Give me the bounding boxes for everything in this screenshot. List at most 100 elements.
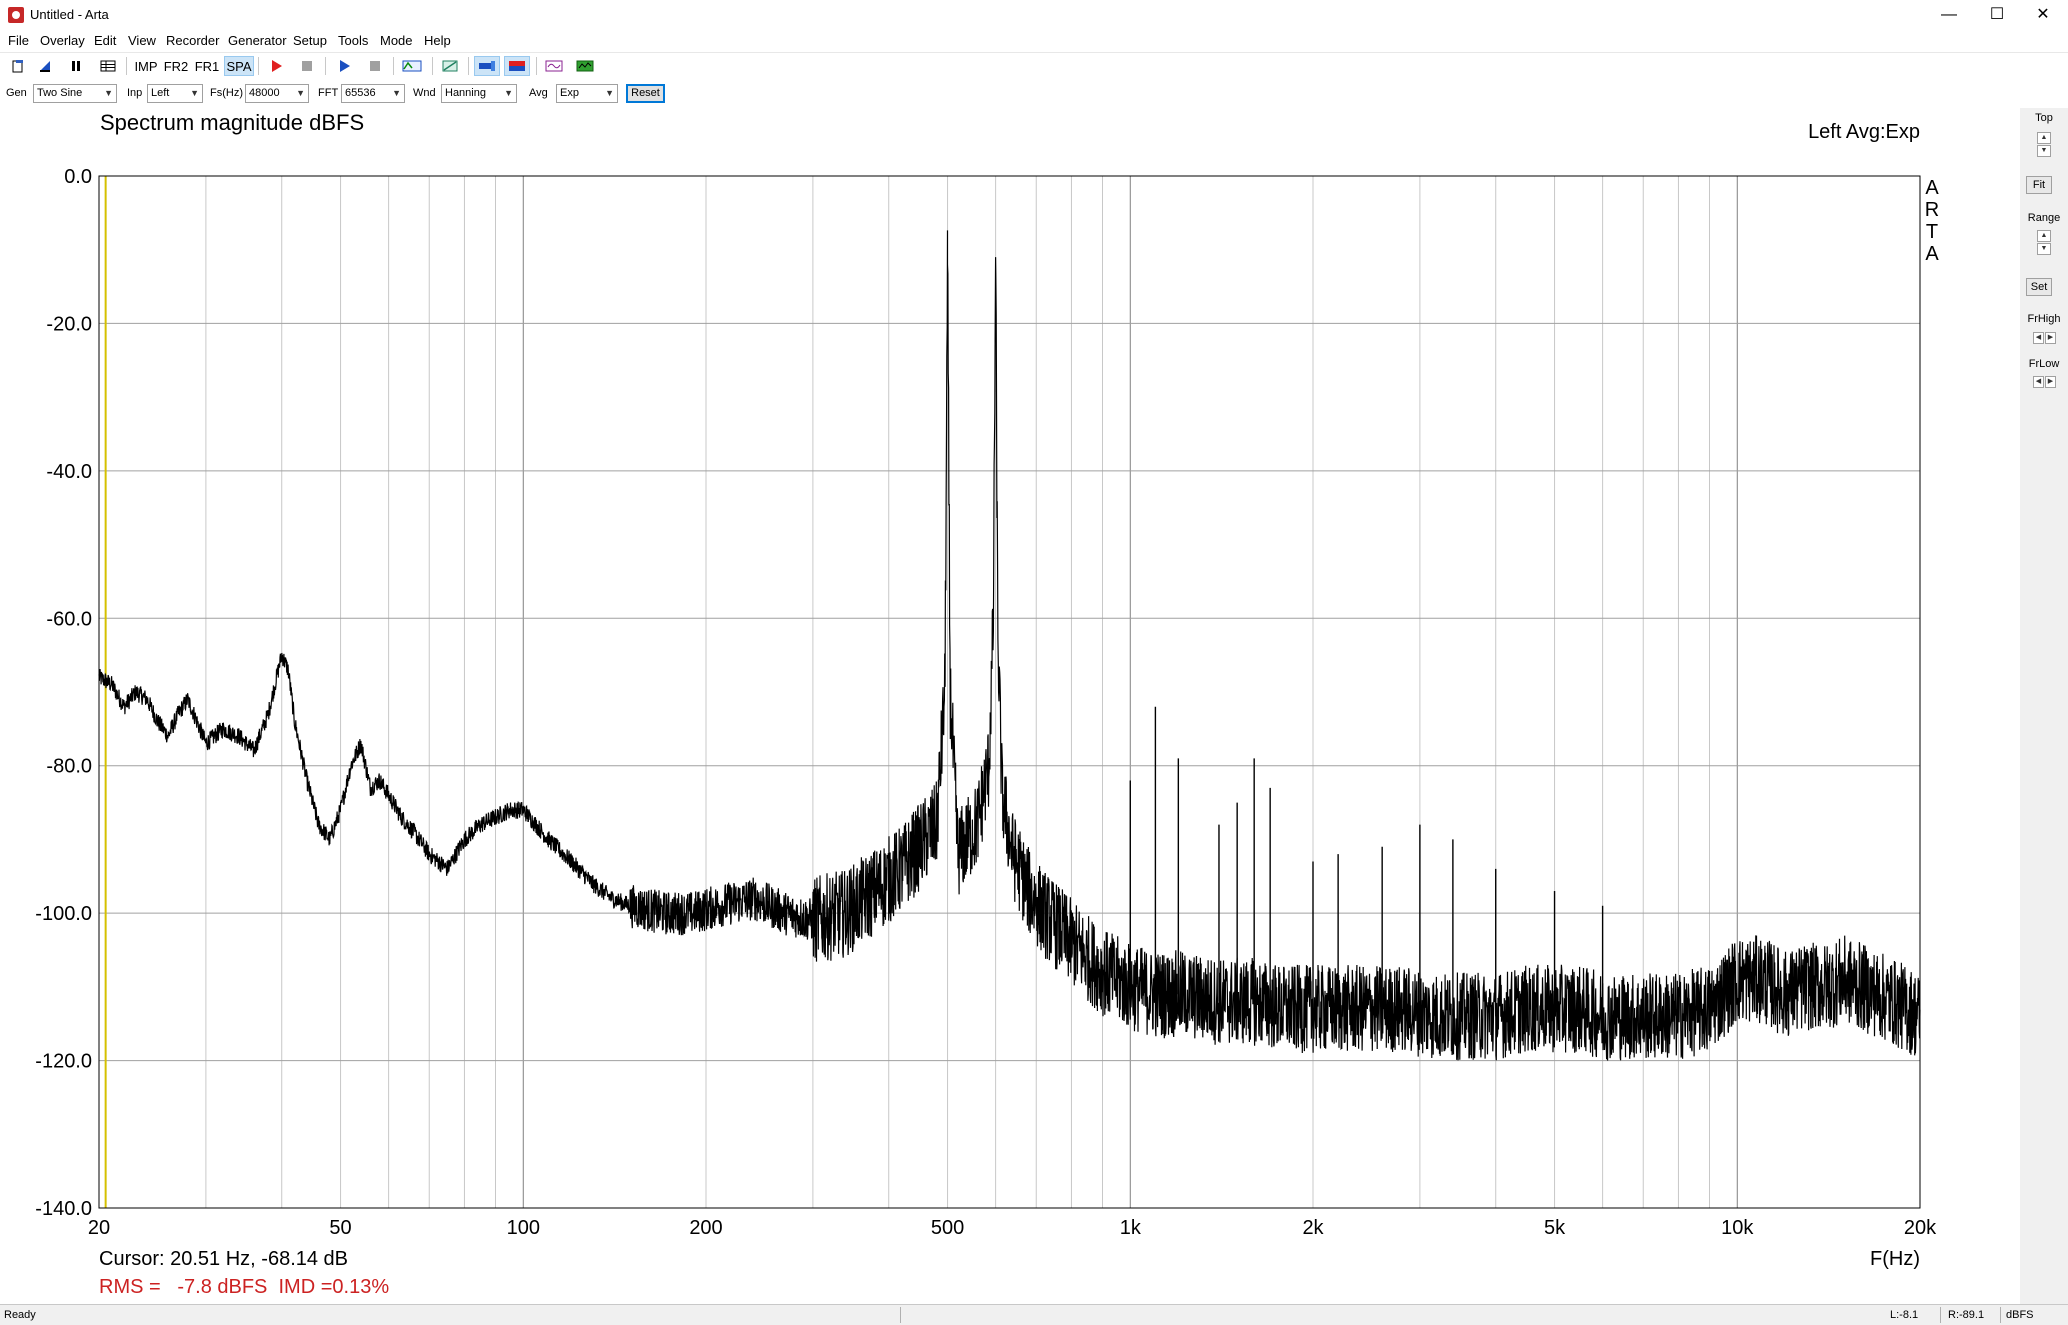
menu-generator[interactable]: Generator (228, 33, 287, 48)
y-tick-label: -20.0 (46, 313, 92, 335)
menu-tools[interactable]: Tools (338, 33, 368, 48)
inp-label: Inp (127, 87, 143, 99)
window-title: Untitled - Arta (30, 7, 109, 22)
sample-rate-select[interactable]: 48000 ▼ (245, 84, 309, 103)
arta-watermark-a1: A (1925, 177, 1939, 199)
record-icon[interactable] (266, 56, 286, 76)
menu-edit[interactable]: Edit (94, 33, 116, 48)
spectrum-plot-area: 20 50 100 200 500 1k 2k 5k 10k 20k 0.0 -20.0 -40.0 -… (0, 108, 2020, 1304)
toolbar-separator (468, 57, 469, 75)
cursor-tool-icon[interactable] (474, 56, 500, 76)
x-tick-label: 5k (1544, 1217, 1566, 1239)
arta-app-icon (8, 7, 24, 23)
gen-label: Gen (6, 87, 27, 99)
frhigh-label: FrHigh (2027, 313, 2061, 325)
menu-mode[interactable]: Mode (380, 33, 413, 48)
averaging-select[interactable]: Exp ▼ (556, 84, 618, 103)
chevron-down-icon: ▼ (104, 88, 113, 98)
arta-watermark-a2: A (1925, 243, 1939, 265)
x-tick-label: 20k (1904, 1217, 1937, 1239)
spa-mode-button[interactable]: SPA (224, 56, 254, 76)
fr1-mode-button[interactable]: FR1 (193, 56, 221, 76)
range-label: Range (2027, 212, 2061, 224)
x-tick-label: 20 (88, 1217, 110, 1239)
stop-record-icon[interactable] (297, 56, 317, 76)
chart-legend: Left Avg:Exp (1808, 121, 1920, 143)
stop-icon[interactable] (365, 56, 385, 76)
menu-help[interactable]: Help (424, 33, 451, 48)
spectrum-view-icon[interactable] (574, 56, 596, 76)
generator-select[interactable]: Two Sine ▼ (33, 84, 117, 103)
menu-view[interactable]: View (128, 33, 156, 48)
fs-label: Fs(Hz) (210, 87, 243, 99)
imp-mode-button[interactable]: IMP (133, 56, 159, 76)
arta-watermark-r: R (1925, 199, 1939, 221)
table-icon[interactable] (98, 56, 118, 76)
y-tick-label: -80.0 (46, 756, 92, 778)
fit-button[interactable]: Fit (2026, 176, 2052, 194)
x-tick-label: 10k (1721, 1217, 1754, 1239)
chart-title: Spectrum magnitude dBFS (100, 110, 364, 135)
status-separator (2000, 1307, 2001, 1323)
open-icon[interactable] (35, 56, 55, 76)
status-separator (1940, 1307, 1941, 1323)
window-function-select[interactable]: Hanning ▼ (441, 84, 517, 103)
x-tick-label: 2k (1302, 1217, 1324, 1239)
wnd-label: Wnd (413, 87, 436, 99)
menu-overlay[interactable]: Overlay (40, 33, 85, 48)
range-down-icon[interactable]: ▼ (2037, 243, 2051, 255)
x-tick-label: 50 (329, 1217, 351, 1239)
level-meter-icon[interactable] (504, 56, 530, 76)
top-down-icon[interactable]: ▼ (2037, 145, 2051, 157)
toolbar-separator (393, 57, 394, 75)
frlow-left-icon[interactable]: ◀ (2033, 376, 2044, 388)
x-tick-label: 100 (507, 1217, 540, 1239)
menu-file[interactable]: File (8, 33, 29, 48)
x-tick-label: 500 (931, 1217, 964, 1239)
frhigh-left-icon[interactable]: ◀ (2033, 332, 2044, 344)
generator-settings-icon[interactable] (400, 56, 424, 76)
title-bar: Untitled - Arta — ☐ ✕ (0, 0, 2068, 30)
chevron-down-icon: ▼ (392, 88, 401, 98)
fft-size-select[interactable]: 65536 ▼ (341, 84, 405, 103)
top-label: Top (2035, 112, 2053, 124)
new-icon[interactable] (8, 56, 28, 76)
frlow-label: FrLow (2028, 358, 2060, 370)
menu-recorder[interactable]: Recorder (166, 33, 219, 48)
toolbar-separator (126, 57, 127, 75)
frhigh-right-icon[interactable]: ▶ (2045, 332, 2056, 344)
fr2-mode-button[interactable]: FR2 (162, 56, 190, 76)
menu-bar: File Overlay Edit View Recorder Generato… (0, 30, 2068, 52)
status-ready: Ready (4, 1309, 36, 1321)
chevron-down-icon: ▼ (296, 88, 305, 98)
cursor-readout: Cursor: 20.51 Hz, -68.14 dB (99, 1248, 348, 1270)
frlow-right-icon[interactable]: ▶ (2045, 376, 2056, 388)
range-up-icon[interactable]: ▲ (2037, 230, 2051, 242)
menu-setup[interactable]: Setup (293, 33, 327, 48)
y-tick-label: -40.0 (46, 461, 92, 483)
pause-icon[interactable] (66, 56, 86, 76)
minimize-button[interactable]: — (1926, 0, 1972, 30)
oscilloscope-icon[interactable] (543, 56, 565, 76)
y-tick-label: -140.0 (35, 1198, 92, 1220)
top-up-icon[interactable]: ▲ (2037, 132, 2051, 144)
spectrum-chart[interactable]: 20 50 100 200 500 1k 2k 5k 10k 20k 0.0 -20.0 -40.0 -… (0, 108, 2020, 1304)
fft-label: FFT (318, 87, 339, 99)
chevron-down-icon: ▼ (605, 88, 614, 98)
set-button[interactable]: Set (2026, 278, 2052, 296)
status-unit: dBFS (2006, 1309, 2034, 1321)
reset-button[interactable]: Reset (626, 84, 665, 103)
input-channel-select[interactable]: Left ▼ (147, 84, 203, 103)
x-tick-label: 200 (689, 1217, 722, 1239)
close-button[interactable]: ✕ (2020, 0, 2066, 30)
toolbar-separator (258, 57, 259, 75)
maximize-button[interactable]: ☐ (1974, 0, 2020, 30)
toolbar-separator (432, 57, 433, 75)
play-icon[interactable] (334, 56, 354, 76)
chevron-down-icon: ▼ (504, 88, 513, 98)
filter-icon[interactable] (440, 56, 460, 76)
y-tick-label: -120.0 (35, 1051, 92, 1073)
measurement-control-bar: Gen Two Sine ▼ Inp Left ▼ Fs(Hz) 48000 ▼ FF… (0, 80, 2068, 109)
status-separator (900, 1307, 901, 1323)
toolbar-separator (325, 57, 326, 75)
